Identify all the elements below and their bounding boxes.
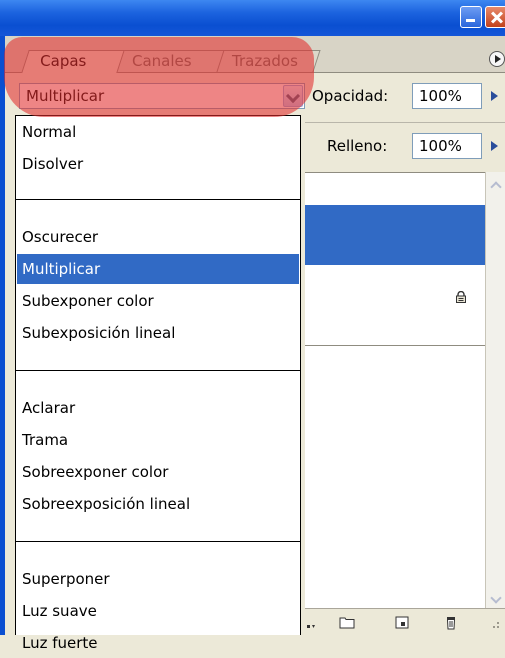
chevron-down-icon[interactable]	[283, 85, 303, 107]
panel-menu-icon[interactable]	[489, 51, 505, 67]
blend-option[interactable]: Aclarar	[17, 393, 299, 423]
blend-option[interactable]: Luz suave	[17, 596, 299, 626]
fill-slider-arrow-icon[interactable]	[485, 133, 505, 159]
tab-bar: Capas Canales Trazados	[5, 36, 505, 73]
layer-row-selected[interactable]	[305, 205, 485, 265]
blend-option[interactable]: Normal	[17, 117, 299, 147]
lock-icon	[456, 291, 466, 303]
fill-label: Relleno:	[327, 137, 388, 155]
scrollbar[interactable]	[485, 172, 505, 635]
new-layer-icon[interactable]	[393, 614, 411, 630]
minimize-icon[interactable]	[460, 6, 482, 28]
scroll-up-icon[interactable]	[487, 175, 504, 192]
blend-mode-select[interactable]: Multiplicar	[19, 83, 305, 109]
blend-mode-dropdown: Normal Disolver Oscurecer Multiplicar Subexp…	[15, 115, 301, 652]
trash-icon[interactable]	[442, 614, 460, 630]
blend-option[interactable]: Subexposición lineal	[17, 318, 299, 348]
blend-option[interactable]: Trama	[17, 425, 299, 455]
tab-label: Trazados	[232, 52, 298, 70]
window-titlebar	[0, 0, 505, 36]
blend-option[interactable]: Subexponer color	[17, 286, 299, 316]
opacity-input[interactable]: 100%	[412, 83, 482, 109]
tab-trazados[interactable]: Trazados	[213, 50, 321, 72]
blend-mode-value: Multiplicar	[26, 87, 105, 105]
layers-list	[305, 172, 505, 636]
tab-canales[interactable]: Canales	[113, 50, 225, 72]
opacity-slider-arrow-icon[interactable]	[485, 83, 505, 109]
folder-icon[interactable]	[338, 614, 356, 630]
adjustment-icon[interactable]	[305, 614, 323, 630]
dropdown-separator	[16, 370, 300, 371]
resize-grip-icon[interactable]	[485, 614, 503, 630]
layer-row[interactable]	[305, 265, 485, 346]
divider	[305, 122, 505, 123]
blend-option[interactable]: Sobreexponer color	[17, 457, 299, 487]
scroll-down-icon[interactable]	[487, 591, 504, 608]
blend-option[interactable]: Multiplicar	[17, 254, 299, 284]
blend-option[interactable]: Oscurecer	[17, 222, 299, 252]
blend-option[interactable]: Luz fuerte	[17, 628, 299, 658]
tab-label: Canales	[132, 52, 192, 70]
dropdown-separator	[16, 199, 300, 200]
fill-input[interactable]: 100%	[412, 133, 482, 159]
close-icon[interactable]	[485, 6, 505, 28]
tab-capas[interactable]: Capas	[21, 50, 125, 73]
blend-option[interactable]: Superponer	[17, 564, 299, 594]
tab-label: Capas	[40, 52, 87, 70]
opacity-label: Opacidad:	[312, 87, 389, 105]
dropdown-separator	[16, 541, 300, 542]
layers-toolbar	[305, 608, 505, 636]
blend-option[interactable]: Disolver	[17, 149, 299, 179]
blend-option[interactable]: Sobreexposición lineal	[17, 489, 299, 519]
